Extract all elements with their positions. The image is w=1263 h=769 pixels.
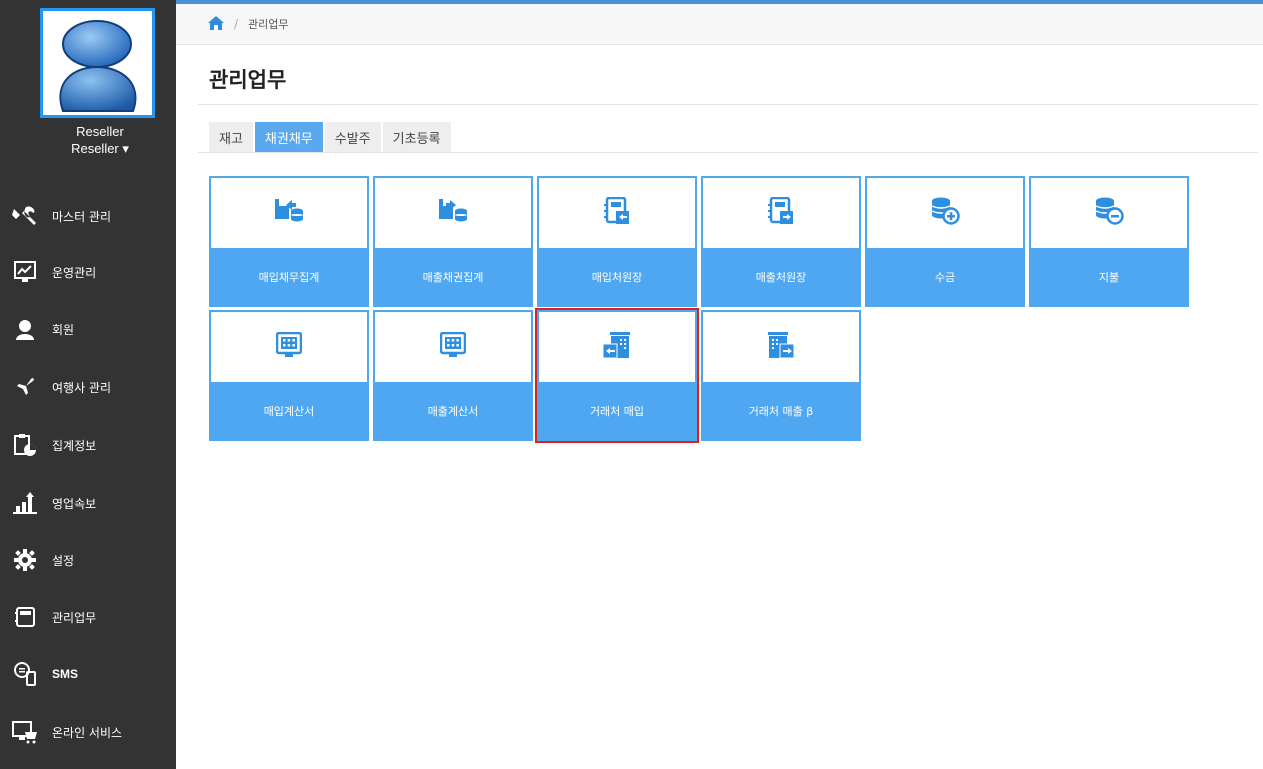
bar-chart-icon — [12, 490, 38, 516]
divider — [198, 104, 1258, 105]
user-avatar-icon — [59, 20, 137, 112]
gear-icon — [12, 547, 38, 573]
calculator-screen-icon — [275, 331, 303, 362]
breadcrumb: / 관리업무 — [176, 4, 1263, 45]
airplane-icon — [12, 374, 38, 400]
sidebar-item-label: 설정 — [52, 553, 75, 568]
person-icon — [12, 316, 38, 342]
tile-label: 매출처원장 — [755, 270, 807, 284]
clipboard-pie-icon — [12, 432, 38, 458]
tile-partner-purchase[interactable]: 거래처 매입 — [535, 308, 699, 443]
tab-basic-registration[interactable]: 기초등록 — [382, 122, 451, 152]
transfer-db-icon — [438, 198, 468, 228]
monitor-cart-icon — [12, 719, 38, 745]
sidebar-item-label: 운영관리 — [52, 265, 97, 280]
ledger-in-icon — [604, 196, 630, 229]
phone-message-icon — [12, 661, 38, 687]
sidebar-item-label: 영업속보 — [52, 496, 97, 511]
breadcrumb-current: 관리업무 — [248, 18, 289, 31]
tile-label: 매입채무집계 — [258, 270, 320, 284]
sidebar-item-sales-news[interactable]: 영업속보 — [0, 483, 176, 523]
tile-label: 거래처 매출 β — [748, 404, 814, 418]
tile-label: 지불 — [1098, 270, 1120, 284]
user-name: Reseller — [76, 124, 124, 139]
sidebar-item-members[interactable]: 회원 — [0, 309, 176, 349]
tools-icon — [12, 203, 38, 229]
tab-bar: 재고 채권채무 수발주 기초등록 — [209, 122, 451, 152]
tile-sales-invoice[interactable]: 매출계산서 — [373, 310, 533, 441]
tile-sales-receivables-summary[interactable]: 매출채권집계 — [373, 176, 533, 307]
coins-minus-icon — [1094, 197, 1124, 229]
sidebar-item-admin-tasks[interactable]: 관리업무 — [0, 597, 176, 637]
tab-orders[interactable]: 수발주 — [324, 122, 381, 152]
coins-plus-icon — [930, 197, 960, 229]
tile-payment[interactable]: 지불 — [1029, 176, 1189, 307]
avatar[interactable] — [40, 8, 155, 118]
sidebar-item-aggregate[interactable]: 집계정보 — [0, 425, 176, 465]
tile-purchase-ledger[interactable]: 매입처원장 — [537, 176, 697, 307]
page-title: 관리업무 — [209, 68, 287, 92]
breadcrumb-separator: / — [234, 17, 239, 31]
tile-label: 매출계산서 — [427, 404, 479, 418]
sidebar-item-label: 집계정보 — [52, 438, 97, 453]
notebook-icon — [12, 604, 38, 630]
sidebar: Reseller Reseller ▾ 마스터 관리 운영관리 회원 여행사 관… — [0, 0, 176, 769]
user-role-dropdown[interactable]: Reseller ▾ — [0, 141, 200, 157]
tile-label: 매입계산서 — [263, 404, 315, 418]
tab-inventory[interactable]: 재고 — [209, 122, 253, 152]
sidebar-item-label: 온라인 서비스 — [52, 725, 123, 740]
sidebar-item-label: 여행사 관리 — [52, 380, 112, 395]
home-icon[interactable] — [208, 15, 224, 34]
tile-collection[interactable]: 수금 — [865, 176, 1025, 307]
calculator-screen-icon — [439, 331, 467, 362]
tile-label: 매출채권집계 — [422, 270, 484, 284]
sidebar-item-sms[interactable]: SMS — [0, 654, 176, 694]
tile-sales-ledger[interactable]: 매출처원장 — [701, 176, 861, 307]
sidebar-item-label: 회원 — [52, 322, 75, 337]
tile-label: 매입처원장 — [591, 270, 643, 284]
divider — [198, 152, 1258, 153]
ledger-out-icon — [768, 196, 794, 229]
tile-partner-sales[interactable]: 거래처 매출 β — [701, 310, 861, 441]
sidebar-item-label: 관리업무 — [52, 610, 97, 625]
transfer-db-icon — [274, 198, 304, 228]
tile-label: 수금 — [934, 270, 956, 284]
sidebar-item-online-service[interactable]: 온라인 서비스 — [0, 712, 176, 752]
tab-receivables-payables[interactable]: 채권채무 — [254, 122, 323, 152]
tile-label: 거래처 매입 — [589, 404, 645, 418]
sidebar-item-operations[interactable]: 운영관리 — [0, 252, 176, 292]
sidebar-item-travel-agency[interactable]: 여행사 관리 — [0, 367, 176, 407]
sidebar-item-label: 마스터 관리 — [52, 209, 112, 224]
sidebar-item-settings[interactable]: 설정 — [0, 540, 176, 580]
sidebar-item-label: SMS — [52, 667, 79, 681]
building-in-icon — [602, 331, 632, 363]
sidebar-item-master[interactable]: 마스터 관리 — [0, 196, 176, 236]
tile-purchase-invoice[interactable]: 매입계산서 — [209, 310, 369, 441]
tile-purchase-payables-summary[interactable]: 매입채무집계 — [209, 176, 369, 307]
building-out-icon — [766, 331, 796, 363]
chart-monitor-icon — [12, 259, 38, 285]
